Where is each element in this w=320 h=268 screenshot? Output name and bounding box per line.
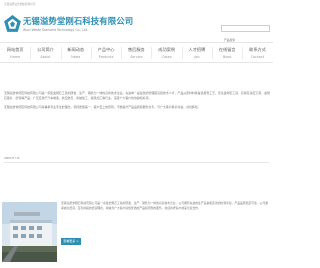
nav-label-en: Book	[223, 54, 232, 59]
topbar-text: 无锡溢势钛合金板有限公司	[4, 3, 36, 6]
nav-item-products[interactable]: 产品中心 Products	[90, 43, 121, 62]
nav-item-service[interactable]: 售后服务 Service	[121, 43, 151, 62]
company-name-en: Wuxi Weide Diamond Technology Co., Ltd.	[23, 27, 89, 32]
nav-label: 公司简介	[37, 47, 54, 52]
nav-label-en: Job	[194, 54, 200, 59]
company-logo-icon[interactable]	[2, 14, 23, 35]
nav-label-en: About	[40, 54, 51, 59]
nav-label-en: Service	[130, 54, 143, 59]
nav-label-en: Cases	[161, 54, 172, 59]
about-section-title: ABOUT US	[4, 156, 20, 160]
nav-label: 人才招聘	[188, 47, 206, 52]
nav-label: 售后服务	[127, 47, 145, 52]
nav-item-home[interactable]: 网站首页 Home	[0, 43, 30, 62]
nav-label: 产品中心	[97, 47, 115, 52]
intro-paragraph: 无锡溢势堂刚石科技有限公司是一家集金刚石工具的研发、生产、销售为一体的高新技术企…	[4, 91, 270, 101]
nav-label: 新闻动态	[67, 47, 85, 52]
nav-label-en: Home	[10, 54, 21, 59]
more-button[interactable]: 查看更多 >	[61, 238, 81, 245]
company-name[interactable]: 无锡溢势堂刚石科技有限公司	[23, 15, 133, 27]
nav-label-en: News	[71, 54, 81, 59]
nav-item-news[interactable]: 新闻动态 News	[60, 43, 91, 62]
section-divider	[4, 162, 269, 163]
company-building-photo	[2, 202, 57, 262]
main-nav: 网站首页 Home 公司简介 About 新闻动态 News 产品中心 Prod…	[0, 42, 273, 63]
search-box[interactable]	[221, 25, 270, 43]
about-description: 无锡溢势堂刚石科技有限公司是一家集金刚石工具的研发、生产、销售为一体的高新技术企…	[61, 201, 268, 210]
nav-label: 成功案例	[158, 47, 176, 52]
nav-item-about[interactable]: 公司简介 About	[30, 43, 60, 62]
nav-item-job[interactable]: 人才招聘 Job	[181, 43, 212, 62]
nav-label: 在线留言	[218, 47, 236, 52]
nav-item-cases[interactable]: 成功案例 Cases	[151, 43, 181, 62]
nav-label: 网站首页	[6, 47, 24, 52]
company-intro: 无锡溢势堂刚石科技有限公司是一家集金刚石工具的研发、生产、销售为一体的高新技术企…	[4, 91, 270, 110]
intro-paragraph: 无锡溢势堂刚石科技有限公司将秉承专业专注的理念，坚持质量第一、客户至上的原则，不…	[4, 104, 201, 109]
nav-label-en: Contact	[250, 54, 265, 59]
nav-item-book[interactable]: 在线留言 Book	[212, 43, 242, 62]
nav-label: 联系方式	[249, 47, 266, 52]
nav-label-en: Products	[98, 54, 114, 59]
nav-item-contact[interactable]: 联系方式 Contact	[242, 43, 272, 62]
